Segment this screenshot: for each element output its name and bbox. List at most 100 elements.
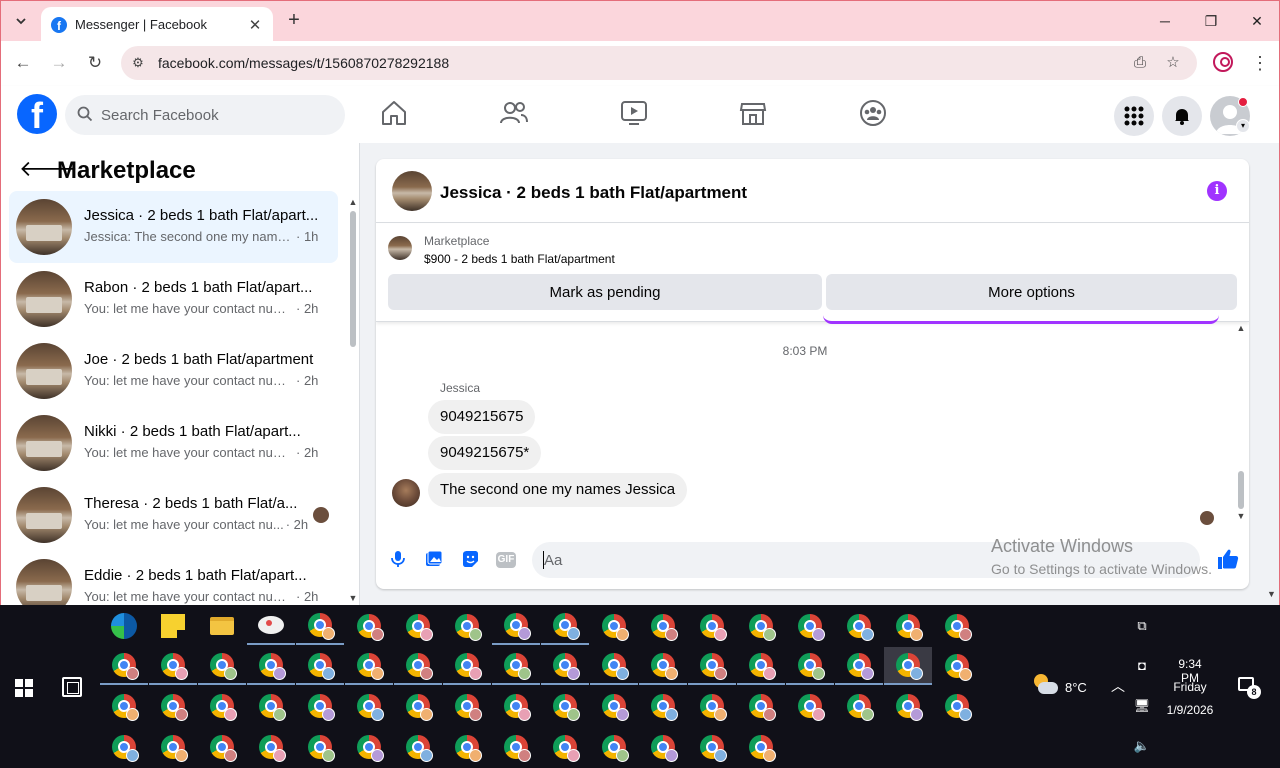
network-icon[interactable]: 🖥 (1133, 697, 1151, 715)
tab-close-icon[interactable]: ✕ (247, 16, 263, 34)
url-text[interactable]: facebook.com/messages/t/1560870278292188 (158, 55, 449, 71)
back-icon[interactable]: ← (11, 51, 35, 75)
chrome-profile-icon[interactable] (296, 647, 344, 685)
chrome-profile-icon[interactable] (247, 728, 295, 766)
chrome-profile-icon[interactable] (639, 728, 687, 766)
chrome-profile-icon[interactable] (688, 687, 736, 725)
chrome-profile-icon[interactable] (688, 647, 736, 685)
mark-as-pending-button[interactable]: Mark as pending (388, 274, 822, 310)
chrome-profile-icon[interactable] (639, 607, 687, 645)
listing-thumbnail[interactable] (388, 236, 412, 260)
chrome-profile-icon[interactable] (394, 687, 442, 725)
marketplace-icon[interactable] (738, 98, 768, 128)
scroll-down-icon[interactable]: ▼ (346, 593, 359, 603)
reload-icon[interactable]: ↻ (83, 51, 107, 75)
message-bubble[interactable]: 9049215675* (428, 436, 542, 470)
chrome-profile-icon[interactable] (149, 647, 197, 685)
chrome-profile-icon[interactable] (198, 687, 246, 725)
chrome-profile-icon[interactable] (688, 728, 736, 766)
scroll-up-icon[interactable]: ▲ (1234, 323, 1248, 333)
chrome-profile-icon[interactable] (933, 647, 981, 685)
sticker-icon[interactable] (460, 549, 480, 569)
photo-icon[interactable] (424, 549, 444, 569)
chrome-profile-icon[interactable] (737, 647, 785, 685)
chat-title[interactable]: Jessica · 2 beds 1 bath Flat/apartment (440, 183, 747, 203)
back-arrow-icon[interactable]: 🡐 (19, 157, 78, 181)
chrome-profile-icon[interactable] (541, 607, 589, 645)
new-tab-button[interactable]: + (283, 9, 305, 31)
forward-icon[interactable]: → (47, 51, 71, 75)
chrome-profile-icon[interactable] (786, 687, 834, 725)
chrome-profile-icon[interactable] (394, 607, 442, 645)
chrome-profile-icon[interactable] (884, 607, 932, 645)
chrome-profile-icon[interactable] (394, 728, 442, 766)
chrome-profile-icon[interactable] (737, 728, 785, 766)
sender-avatar[interactable] (392, 479, 420, 507)
conversation-item[interactable]: Eddie · 2 beds 1 bath Flat/apart... You:… (9, 551, 338, 605)
chrome-profile-icon[interactable] (247, 647, 295, 685)
site-info-icon[interactable]: ⚙ (129, 54, 147, 72)
chrome-profile-icon[interactable] (345, 607, 393, 645)
chrome-profile-icon[interactable] (492, 647, 540, 685)
chrome-profile-icon[interactable] (541, 647, 589, 685)
chrome-profile-icon[interactable] (443, 728, 491, 766)
facebook-search-bar[interactable] (65, 95, 345, 135)
listing-price[interactable]: $900 - 2 beds 1 bath Flat/apartment (424, 252, 615, 266)
chrome-profile-icon[interactable] (100, 687, 148, 725)
search-input[interactable] (101, 95, 331, 135)
conversation-item[interactable]: Joe · 2 beds 1 bath Flat/apartment You: … (9, 335, 338, 407)
chrome-profile-icon[interactable] (541, 687, 589, 725)
meet-now-icon[interactable]: ⧉ (1133, 617, 1151, 635)
close-window-icon[interactable]: ✕ (1234, 7, 1280, 35)
watch-icon[interactable] (619, 98, 649, 128)
conversation-item[interactable]: Rabon · 2 beds 1 bath Flat/apart... You:… (9, 263, 338, 335)
chrome-profile-icon[interactable] (443, 607, 491, 645)
chrome-profile-icon[interactable] (835, 647, 883, 685)
thumbs-up-like-icon[interactable] (1216, 547, 1240, 571)
conversation-item[interactable]: Jessica · 2 beds 1 bath Flat/apart... Je… (9, 191, 338, 263)
chat-listing-avatar[interactable] (392, 171, 432, 211)
conversation-item[interactable]: Theresa · 2 beds 1 bath Flat/a... You: l… (9, 479, 338, 551)
scroll-down-icon[interactable]: ▼ (1234, 511, 1248, 521)
chrome-profile-icon[interactable] (737, 687, 785, 725)
scroll-up-icon[interactable]: ▲ (346, 197, 359, 207)
tab-search-chevron-down-icon[interactable] (9, 9, 33, 33)
chrome-profile-icon[interactable] (198, 728, 246, 766)
chrome-profile-icon[interactable] (884, 647, 932, 685)
chrome-profile-icon[interactable] (933, 687, 981, 725)
chrome-profile-icon[interactable] (884, 687, 932, 725)
page-scroll-down-icon[interactable]: ▼ (1267, 589, 1276, 599)
scrollbar-thumb[interactable] (1238, 471, 1244, 509)
chrome-profile-icon[interactable] (835, 607, 883, 645)
camera-icon[interactable]: ◘ (1133, 657, 1151, 675)
chrome-profile-icon[interactable] (688, 607, 736, 645)
chrome-profile-icon[interactable] (100, 728, 148, 766)
paint-app-icon[interactable] (247, 607, 295, 645)
bookmark-star-icon[interactable]: ☆ (1163, 53, 1183, 73)
chrome-profile-icon[interactable] (737, 607, 785, 645)
chrome-profile-icon[interactable] (590, 647, 638, 685)
microphone-icon[interactable] (388, 549, 408, 569)
file-explorer-icon[interactable] (198, 607, 246, 645)
show-hidden-icons-chevron-up-icon[interactable]: ︿ (1109, 677, 1127, 695)
conversation-list-scrollbar[interactable]: ▲ ▼ (346, 195, 359, 605)
groups-icon[interactable] (858, 98, 888, 128)
chrome-profile-icon[interactable] (541, 728, 589, 766)
chrome-profile-icon[interactable] (345, 647, 393, 685)
chrome-profile-icon[interactable] (590, 607, 638, 645)
restore-window-icon[interactable]: ❐ (1188, 7, 1234, 35)
chrome-profile-icon[interactable] (149, 728, 197, 766)
minimize-window-icon[interactable]: ─ (1142, 7, 1188, 35)
chrome-profile-icon[interactable] (786, 647, 834, 685)
chrome-profile-icon[interactable] (296, 607, 344, 645)
notification-center-icon[interactable]: 8 (1238, 677, 1261, 699)
chrome-profile-icon[interactable] (443, 647, 491, 685)
chrome-profile-icon[interactable] (590, 728, 638, 766)
chrome-profile-icon[interactable] (247, 687, 295, 725)
chrome-profile-icon[interactable] (639, 647, 687, 685)
clock-day[interactable]: Friday (1168, 680, 1212, 694)
chrome-profile-icon[interactable] (100, 647, 148, 685)
install-app-icon[interactable]: ⎙ (1130, 53, 1150, 73)
chrome-profile-icon[interactable] (149, 687, 197, 725)
chrome-profile-icon[interactable] (786, 607, 834, 645)
